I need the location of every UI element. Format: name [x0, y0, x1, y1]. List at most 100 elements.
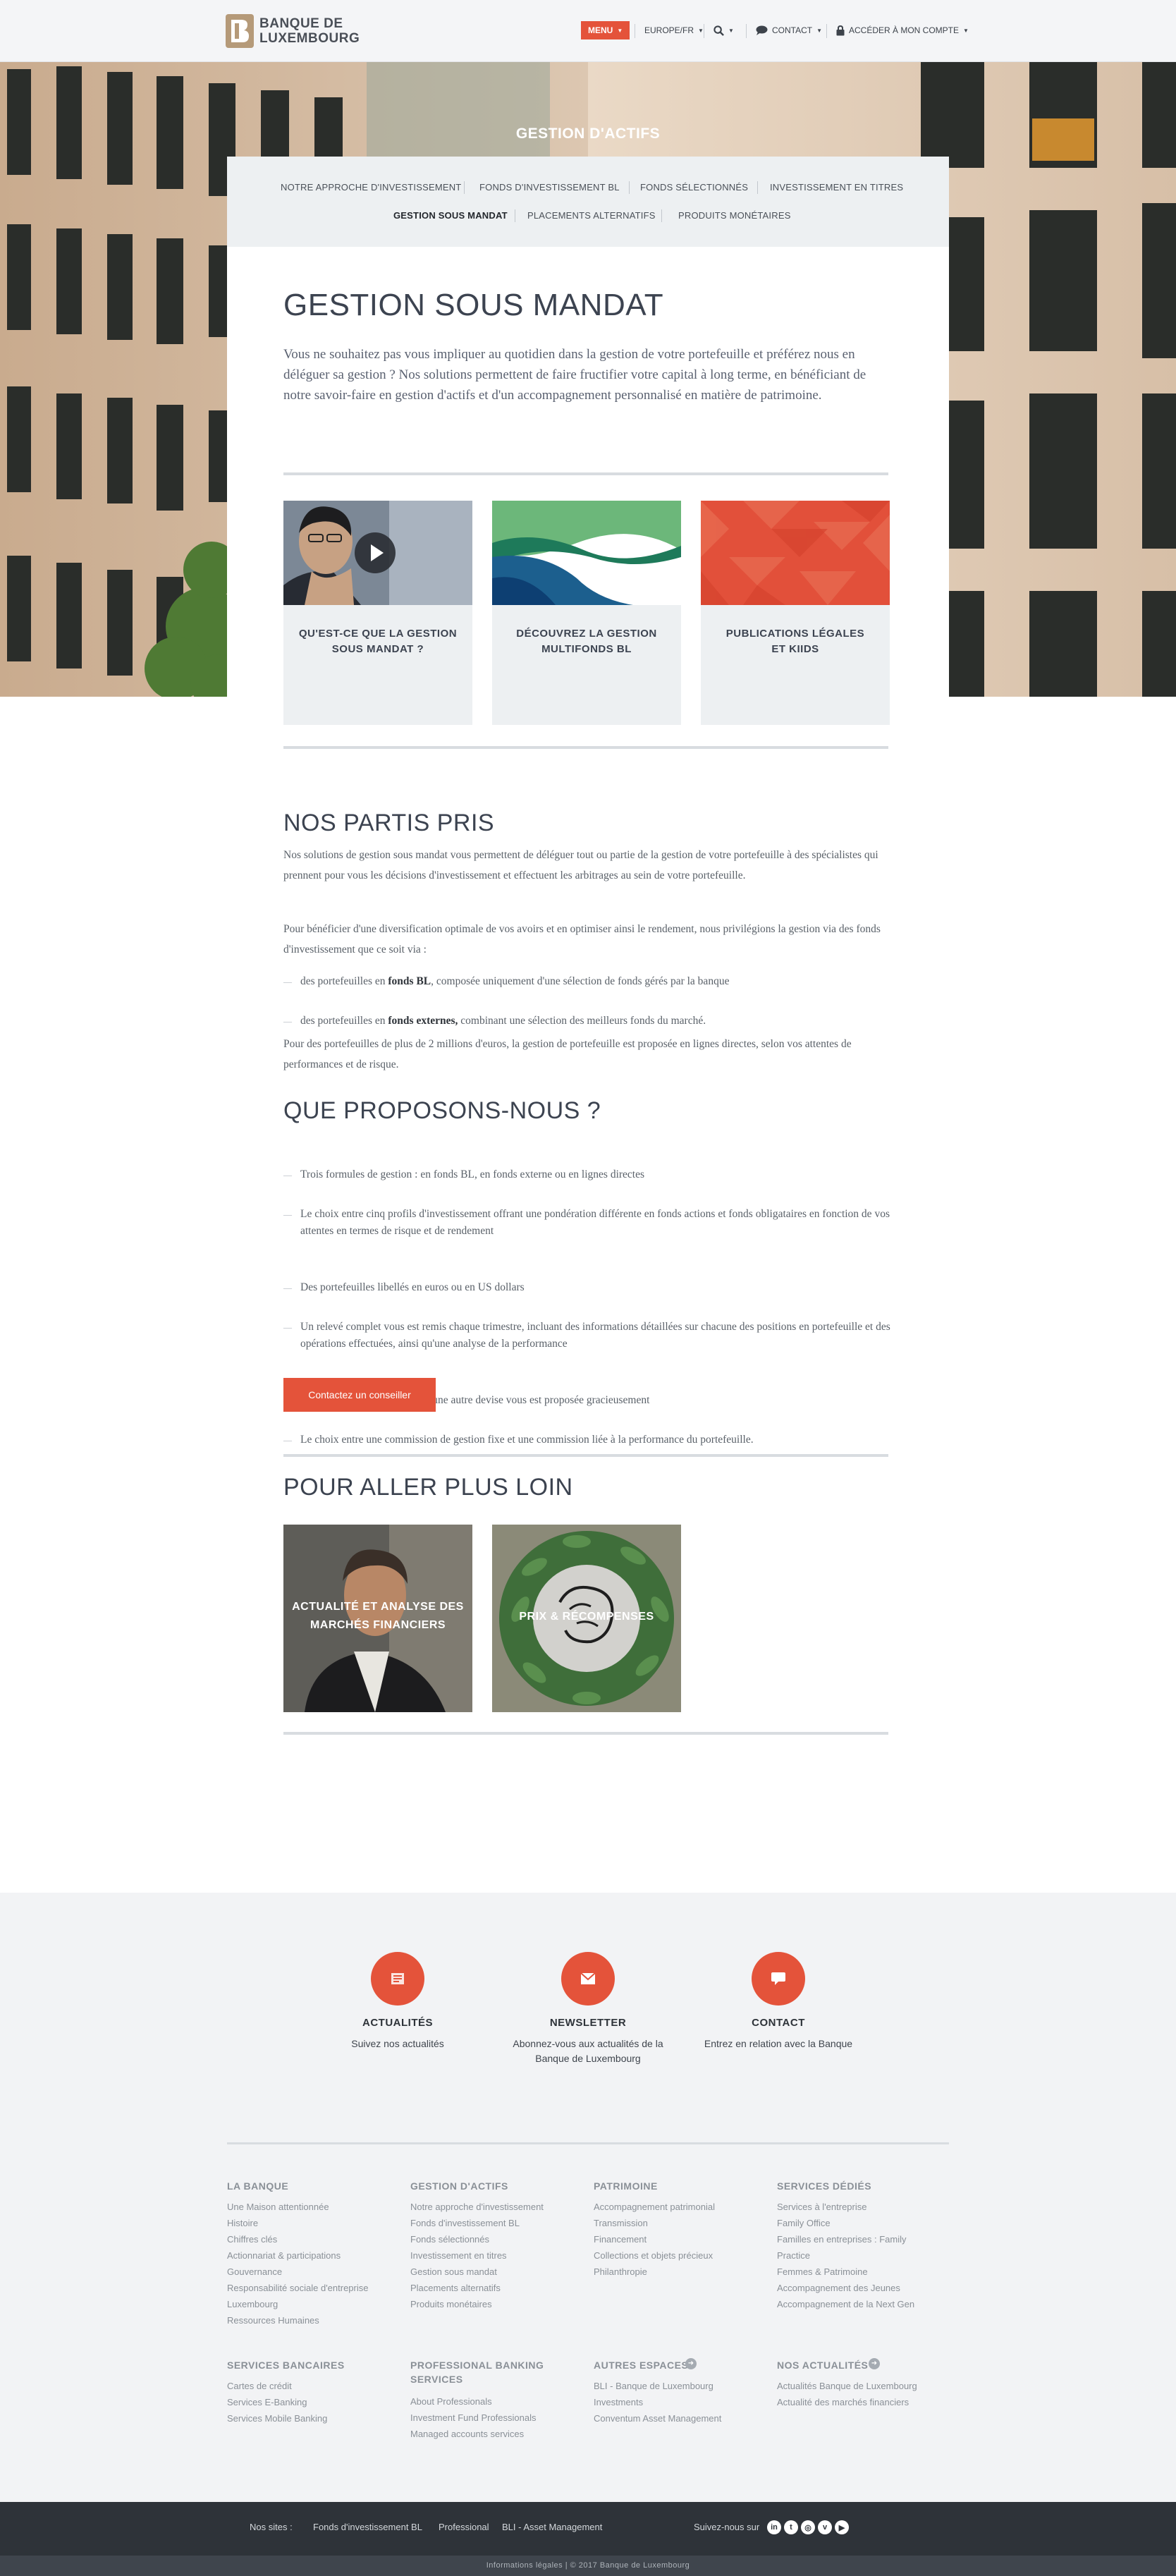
tile-caption-line: Publications légales: [725, 628, 865, 640]
footer-column-title: NOS ACTUALITÉS: [777, 2360, 869, 2371]
footer-link[interactable]: Conventum Asset Management: [594, 2410, 721, 2427]
footer-link[interactable]: Notre approche d'investissement: [410, 2199, 544, 2215]
tile-awards[interactable]: Prix & récompenses: [492, 1525, 681, 1712]
tab-bl-funds[interactable]: Fonds d'investissement BL: [479, 182, 620, 193]
feature-title: CONTACT: [752, 2017, 805, 2029]
search-button[interactable]: ▼: [713, 21, 734, 39]
tile-caption-line: Découvrez la gestion: [516, 628, 657, 640]
footer-link[interactable]: About Professionals: [410, 2393, 536, 2410]
footer-link[interactable]: Services Mobile Banking: [227, 2410, 327, 2427]
contact-feature-button[interactable]: [752, 1952, 805, 2006]
footer-link[interactable]: Fonds d'investissement BL: [410, 2215, 544, 2231]
tile-legal-publications[interactable]: Publications légales et KIIDs: [701, 501, 890, 725]
arrow-right-icon[interactable]: ➜: [869, 2358, 880, 2369]
tile-video-discretionary[interactable]: Qu'est-ce que la gestion sous mandat ?: [283, 501, 472, 725]
footer-link[interactable]: Actualité des marchés financiers: [777, 2394, 917, 2410]
sites-label: Nos sites :: [250, 2522, 293, 2532]
arrow-right-icon[interactable]: ➜: [685, 2358, 697, 2369]
offer-item: Un relevé complet vous est remis chaque …: [283, 1319, 891, 1353]
offer-item: Le choix entre cinq profils d'investisse…: [283, 1206, 891, 1240]
bullet-strong: fonds externes,: [388, 1015, 458, 1027]
footer-link[interactable]: Gestion sous mandat: [410, 2264, 544, 2280]
partis-pris-heading: NOS PARTIS PRIS: [283, 810, 495, 836]
tab-discretionary-management[interactable]: Gestion sous mandat: [393, 210, 508, 221]
tab-investment-approach[interactable]: Notre approche d'investissement: [281, 182, 461, 193]
tile-multifund[interactable]: Découvrez la gestion multifonds BL: [492, 501, 681, 725]
legal-notice[interactable]: Informations légales | © 2017 Banque de …: [0, 2556, 1176, 2576]
footer-link[interactable]: Practice: [777, 2247, 914, 2264]
footer-link[interactable]: Produits monétaires: [410, 2296, 544, 2312]
camera-icon[interactable]: ◎: [801, 2520, 815, 2534]
partis-paragraph-3: Pour des portefeuilles de plus de 2 mill…: [283, 1038, 852, 1070]
account-access-menu[interactable]: ACCÉDER À MON COMPTE ▼: [836, 21, 969, 39]
twitter-icon[interactable]: t: [784, 2520, 798, 2534]
chevron-down-icon: ▼: [963, 27, 969, 34]
contact-menu[interactable]: CONTACT ▼: [756, 21, 822, 39]
envelope-icon: [580, 1972, 596, 1984]
footer-link[interactable]: Transmission: [594, 2215, 715, 2231]
play-icon[interactable]: [354, 532, 396, 574]
vimeo-icon[interactable]: v: [818, 2520, 832, 2534]
footer-link[interactable]: Managed accounts services: [410, 2426, 536, 2442]
partis-bullet-external-funds: des portefeuilles en fonds externes, com…: [283, 1013, 891, 1030]
tile-market-news[interactable]: Actualité et analyse des marchés financi…: [283, 1525, 472, 1712]
partis-paragraph-2: Pour bénéficier d'une diversification op…: [283, 923, 881, 956]
footer-link-list: Une Maison attentionnée Histoire Chiffre…: [227, 2199, 368, 2328]
footer-link[interactable]: Accompagnement patrimonial: [594, 2199, 715, 2215]
footer-link[interactable]: Une Maison attentionnée: [227, 2199, 368, 2215]
newsletter-feature-button[interactable]: [561, 1952, 615, 2006]
footer-link[interactable]: Investment Fund Professionals: [410, 2410, 536, 2426]
site-link[interactable]: Fonds d'investissement BL: [313, 2522, 422, 2532]
footer-link[interactable]: BLI - Banque de Luxembourg: [594, 2378, 721, 2394]
footer-link[interactable]: Accompagnement de la Next Gen: [777, 2296, 914, 2312]
partis-paragraph-1: Nos solutions de gestion sous mandat vou…: [283, 849, 878, 881]
footer-link[interactable]: Philanthropie: [594, 2264, 715, 2280]
footer-link[interactable]: Investments: [594, 2394, 721, 2410]
tab-divider: [629, 181, 630, 194]
footer-link[interactable]: Placements alternatifs: [410, 2280, 544, 2296]
offer-item: Trois formules de gestion : en fonds BL,…: [283, 1166, 891, 1183]
contact-advisor-button[interactable]: Contactez un conseiller: [283, 1378, 436, 1412]
chat-bubble-icon: [771, 1972, 785, 1985]
footer-link[interactable]: Financement: [594, 2231, 715, 2247]
tile-caption-line: marchés financiers: [310, 1619, 446, 1631]
footer-link[interactable]: Family Office: [777, 2215, 914, 2231]
tile-video-thumbnail: [283, 501, 472, 605]
site-link[interactable]: BLI - Asset Management: [502, 2522, 602, 2532]
footer-link[interactable]: Femmes & Patrimoine: [777, 2264, 914, 2280]
footer-link[interactable]: Histoire: [227, 2215, 368, 2231]
footer-link[interactable]: Services E-Banking: [227, 2394, 327, 2410]
site-link[interactable]: Professional: [439, 2522, 489, 2532]
footer-link[interactable]: Ressources Humaines: [227, 2312, 368, 2328]
footer-link[interactable]: Fonds sélectionnés: [410, 2231, 544, 2247]
footer-link[interactable]: Accompagnement des Jeunes: [777, 2280, 914, 2296]
locale-selector[interactable]: EUROPE/FR ▼: [644, 21, 704, 39]
chevron-down-icon: ▼: [816, 27, 823, 34]
footer-link[interactable]: Chiffres clés: [227, 2231, 368, 2247]
tab-securities-investment[interactable]: Investissement en titres: [770, 182, 903, 193]
brand-line-1: BANQUE DE: [259, 16, 343, 31]
footer-link[interactable]: Collections et objets précieux: [594, 2247, 715, 2264]
tab-selected-funds[interactable]: Fonds sélectionnés: [640, 182, 748, 193]
news-feature-button[interactable]: [371, 1952, 424, 2006]
partis-bullet-bl-funds: des portefeuilles en fonds BL, composée …: [283, 973, 891, 990]
chevron-down-icon: ▼: [617, 27, 623, 34]
footer-link[interactable]: Cartes de crédit: [227, 2378, 327, 2394]
tab-alternative-investments[interactable]: Placements alternatifs: [527, 210, 656, 221]
footer-link[interactable]: Responsabilité sociale d'entreprise: [227, 2280, 368, 2296]
tab-money-market[interactable]: Produits monétaires: [678, 210, 791, 221]
youtube-icon[interactable]: ▶: [835, 2520, 849, 2534]
linkedin-icon[interactable]: in: [767, 2520, 781, 2534]
footer-link[interactable]: Actualités Banque de Luxembourg: [777, 2378, 917, 2394]
feature-line: Entrez en relation avec la Banque: [704, 2038, 853, 2049]
footer-link[interactable]: Services à l'entreprise: [777, 2199, 914, 2215]
footer-link[interactable]: Actionnariat & participations: [227, 2247, 368, 2264]
footer-column-title-line: SERVICES: [410, 2374, 463, 2385]
footer-link[interactable]: Luxembourg: [227, 2296, 368, 2312]
menu-button[interactable]: MENU ▼: [581, 21, 630, 39]
bank-logo[interactable]: BANQUE DE LUXEMBOURG: [226, 14, 374, 48]
footer-link[interactable]: Gouvernance: [227, 2264, 368, 2280]
footer-link[interactable]: Investissement en titres: [410, 2247, 544, 2264]
tab-divider: [661, 209, 662, 222]
footer-link[interactable]: Familles en entreprises : Family: [777, 2231, 914, 2247]
